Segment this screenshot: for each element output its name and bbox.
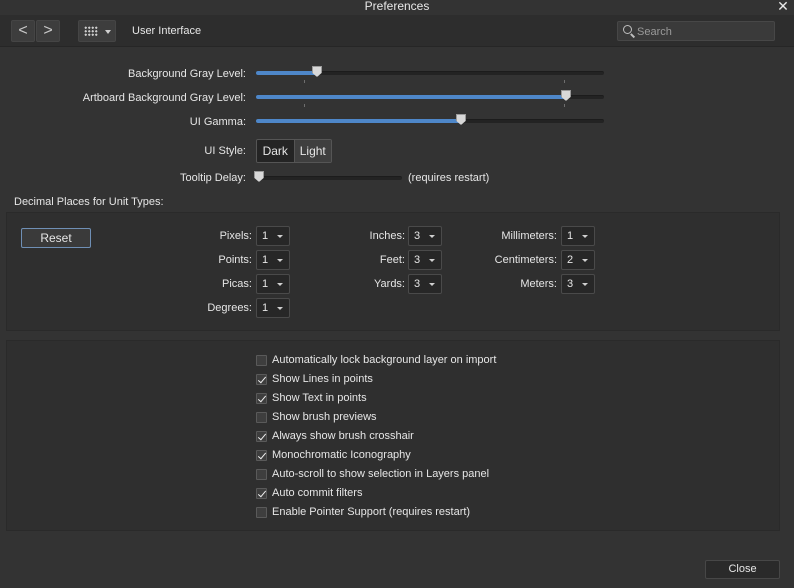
artboard-background-gray-level-label: Artboard Background Gray Level: [82, 92, 246, 104]
chevron-down-icon [429, 259, 435, 262]
inches-label: Inches: [369, 230, 405, 242]
chevron-down-icon [105, 30, 111, 34]
degrees-label: Degrees: [207, 302, 252, 314]
chevron-down-icon [582, 259, 588, 262]
chevron-down-icon [277, 283, 283, 286]
points-label: Points: [218, 254, 252, 266]
option-row[interactable]: Monochromatic Iconography [256, 447, 411, 463]
chevron-down-icon [277, 259, 283, 262]
checkbox[interactable] [256, 354, 267, 366]
chevron-down-icon [277, 235, 283, 238]
option-row[interactable]: Auto-scroll to show selection in Layers … [256, 466, 489, 482]
reset-button[interactable]: Reset [21, 228, 91, 248]
ui-style-light-option[interactable]: Light [293, 140, 331, 162]
toolbar: < > User Interface [0, 15, 794, 47]
checkbox[interactable] [256, 392, 267, 404]
ui-style-dark-option[interactable]: Dark [257, 140, 294, 162]
section-title: User Interface [132, 25, 202, 37]
centimeters-label: Centimeters: [494, 254, 557, 266]
option-row[interactable]: Enable Pointer Support (requires restart… [256, 504, 470, 520]
checkbox[interactable] [256, 430, 267, 442]
tooltip-delay-note: (requires restart) [408, 172, 490, 184]
tooltip-delay-label: Tooltip Delay: [179, 172, 246, 184]
search-input[interactable] [637, 24, 767, 39]
background-gray-level-slider[interactable] [256, 66, 604, 83]
picas-select[interactable]: 1 [256, 274, 290, 294]
feet-label: Feet: [379, 254, 405, 266]
window-close-icon[interactable]: ✕ [776, 0, 790, 13]
points-select[interactable]: 1 [256, 250, 290, 270]
ui-gamma-slider[interactable] [256, 114, 604, 126]
option-row[interactable]: Show Text in points [256, 390, 367, 406]
slider-thumb[interactable] [561, 90, 571, 101]
chevron-down-icon [582, 283, 588, 286]
back-button[interactable]: < [11, 20, 35, 42]
close-button[interactable]: Close [705, 560, 780, 579]
chevron-down-icon [582, 235, 588, 238]
checkbox[interactable] [256, 506, 267, 518]
checkbox[interactable] [256, 487, 267, 499]
option-row[interactable]: Auto commit filters [256, 485, 362, 501]
forward-button[interactable]: > [36, 20, 60, 42]
artboard-background-gray-level-slider[interactable] [256, 90, 604, 107]
millimeters-label: Millimeters: [501, 230, 557, 242]
option-row[interactable]: Show brush previews [256, 409, 377, 425]
millimeters-select[interactable]: 1 [561, 226, 595, 246]
ui-gamma-label: UI Gamma: [189, 116, 246, 128]
option-row[interactable]: Always show brush crosshair [256, 428, 414, 444]
meters-label: Meters: [520, 278, 557, 290]
yards-select[interactable]: 3 [408, 274, 442, 294]
degrees-select[interactable]: 1 [256, 298, 290, 318]
search-icon [623, 25, 632, 34]
checkbox[interactable] [256, 411, 267, 423]
show-all-sections-button[interactable] [78, 20, 116, 42]
option-row[interactable]: Automatically lock background layer on i… [256, 352, 496, 368]
pixels-select[interactable]: 1 [256, 226, 290, 246]
checkbox[interactable] [256, 373, 267, 385]
chevron-down-icon [277, 307, 283, 310]
chevron-down-icon [429, 235, 435, 238]
window-title: Preferences [364, 0, 430, 13]
chevron-down-icon [429, 283, 435, 286]
yards-label: Yards: [374, 278, 405, 290]
picas-label: Picas: [222, 278, 252, 290]
decimal-places-title: Decimal Places for Unit Types: [14, 196, 164, 208]
checkbox[interactable] [256, 468, 267, 480]
ui-style-label: UI Style: [204, 145, 246, 157]
tooltip-delay-slider[interactable] [254, 171, 402, 183]
checkbox[interactable] [256, 449, 267, 461]
grid-icon [84, 26, 98, 36]
background-gray-level-label: Background Gray Level: [127, 68, 246, 80]
meters-select[interactable]: 3 [561, 274, 595, 294]
slider-thumb[interactable] [254, 171, 264, 182]
search-box[interactable] [617, 21, 775, 41]
feet-select[interactable]: 3 [408, 250, 442, 270]
slider-thumb[interactable] [456, 114, 466, 125]
centimeters-select[interactable]: 2 [561, 250, 595, 270]
inches-select[interactable]: 3 [408, 226, 442, 246]
option-row[interactable]: Show Lines in points [256, 371, 373, 387]
ui-style-toggle: Dark Light [256, 139, 332, 163]
pixels-label: Pixels: [219, 230, 252, 242]
slider-thumb[interactable] [312, 66, 322, 77]
